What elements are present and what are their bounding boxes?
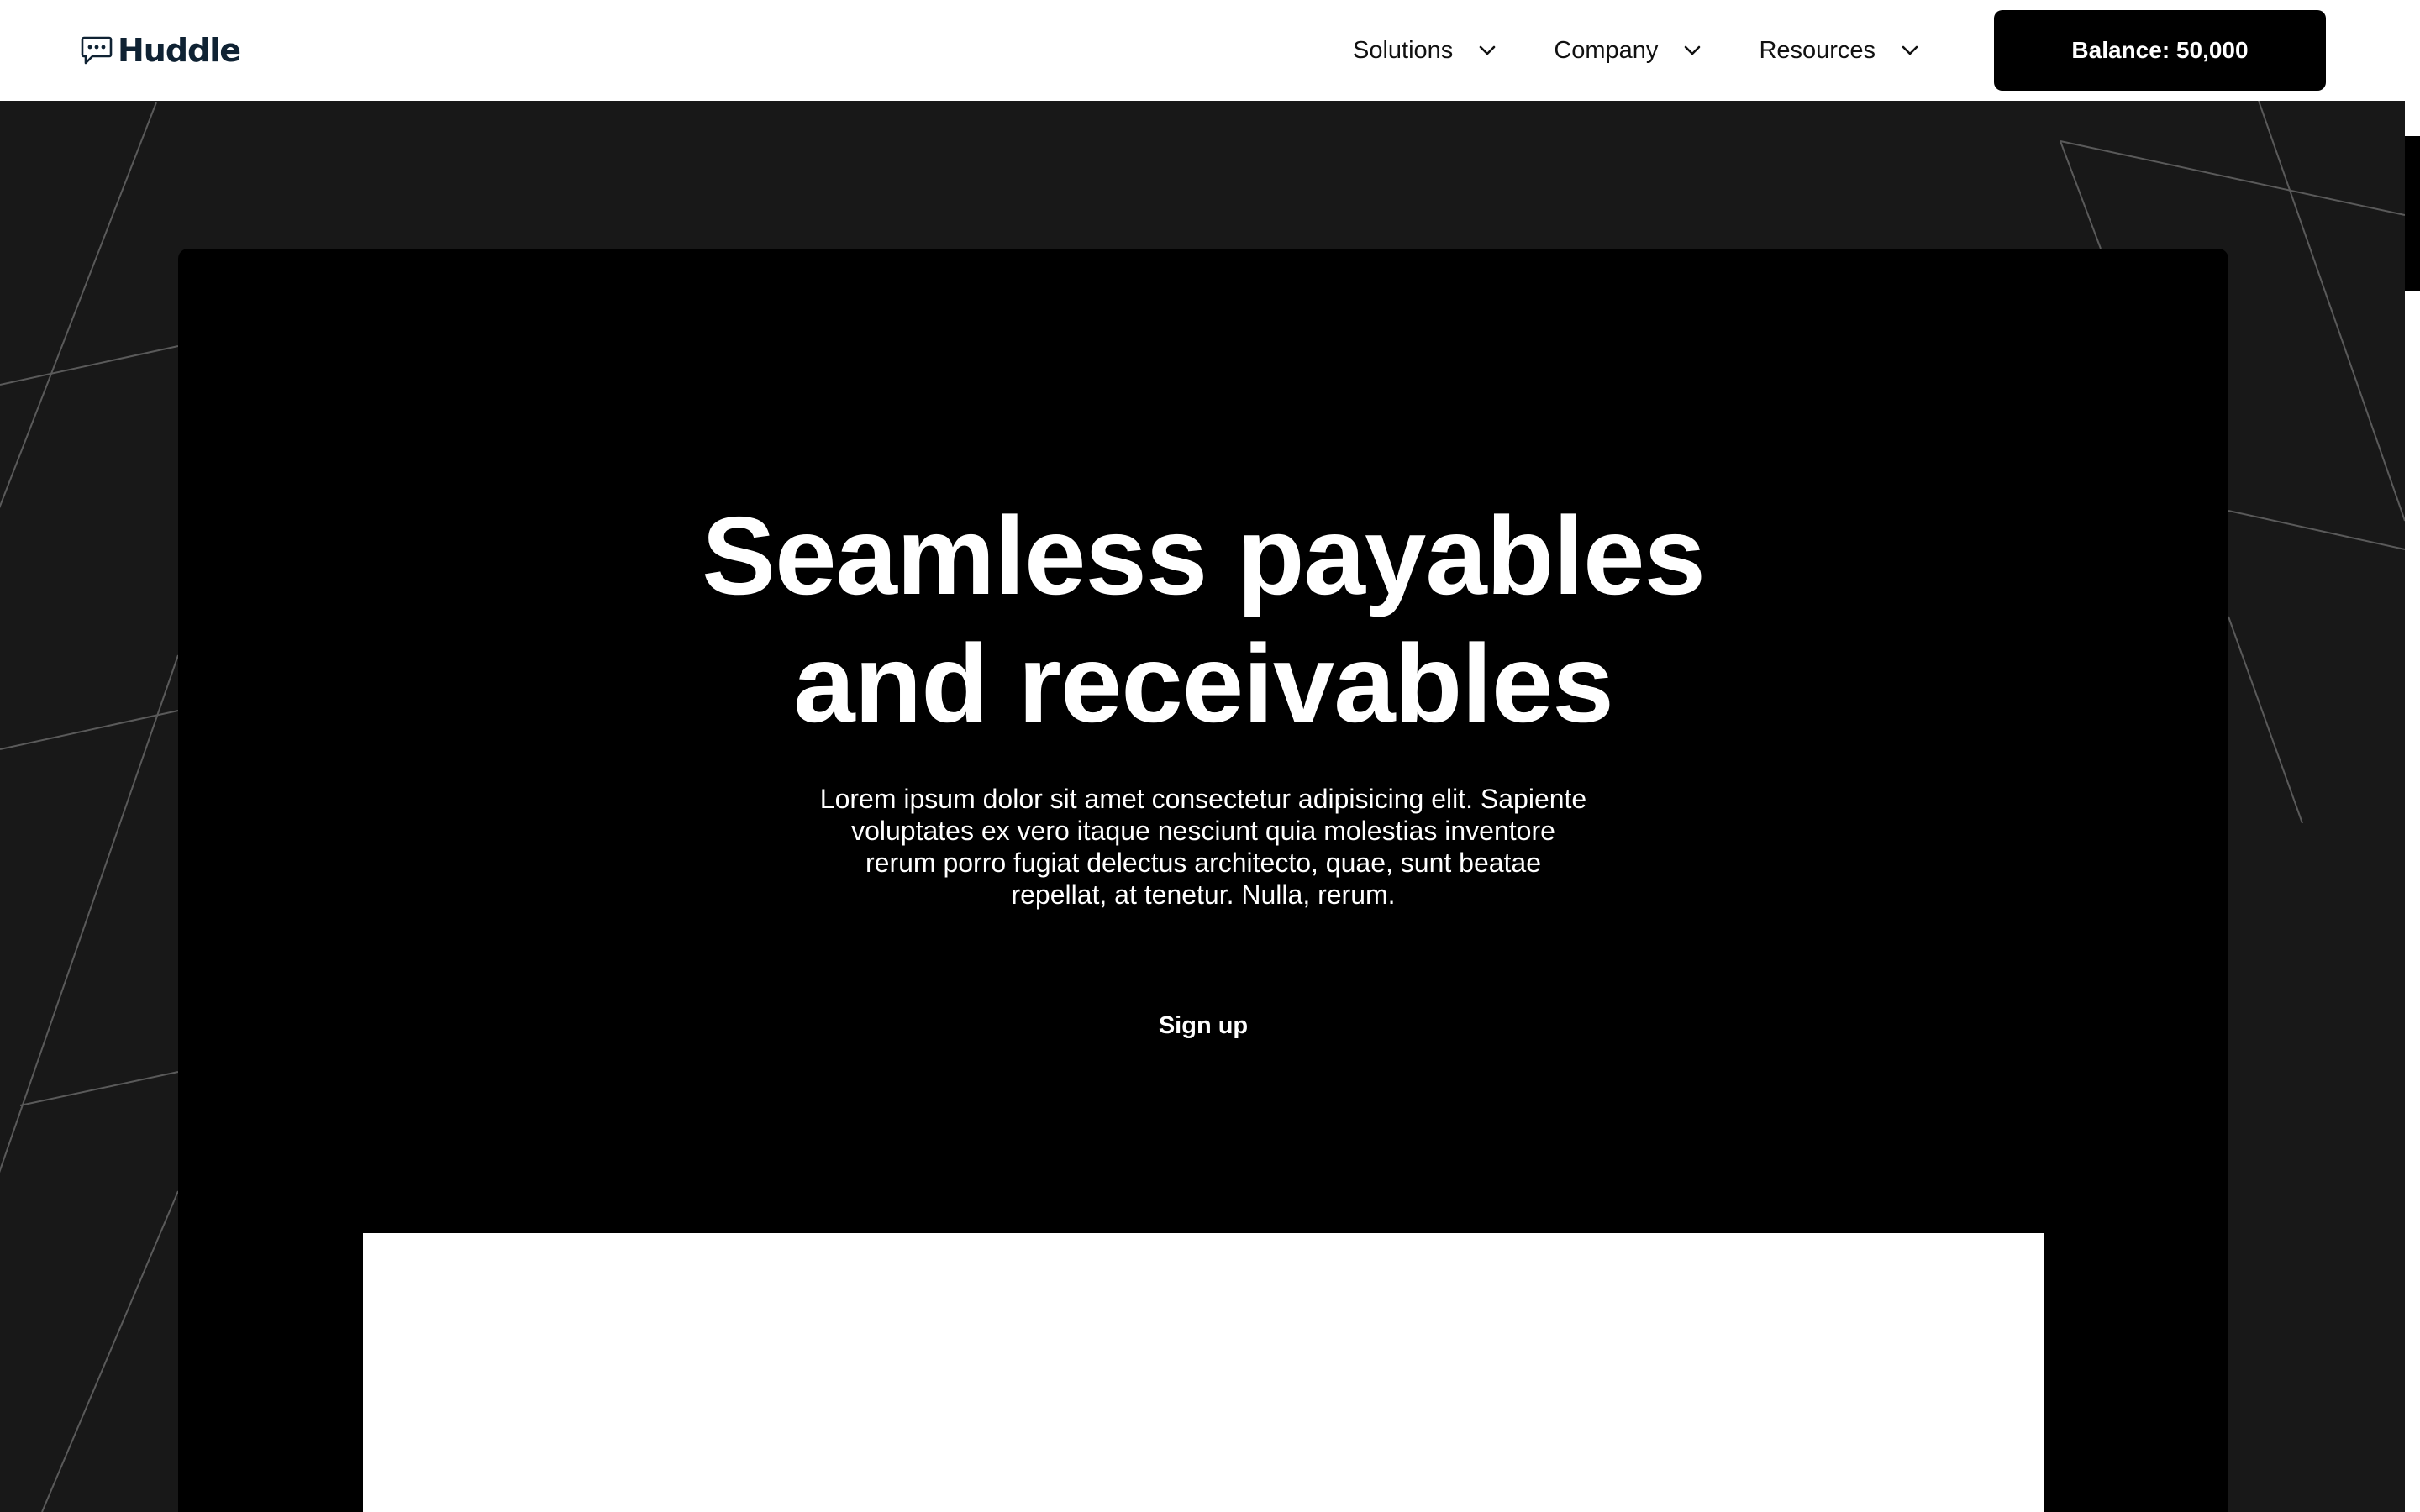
chevron-down-icon [1480, 45, 1496, 55]
nav-item-resources[interactable]: Resources [1759, 37, 1919, 65]
nav-item-solutions[interactable]: Solutions [1353, 37, 1497, 65]
main-nav: Solutions Company Resources [1353, 0, 1919, 101]
logo[interactable]: Huddle [81, 32, 241, 69]
logo-text: Huddle [118, 32, 241, 69]
nav-item-label: Solutions [1353, 36, 1454, 64]
chevron-down-icon [1685, 45, 1701, 55]
chat-bubble-icon [81, 36, 113, 65]
hero-card: Seamless payables and receivables Lorem … [178, 249, 2228, 1512]
nav-item-company[interactable]: Company [1554, 37, 1702, 65]
scrollbar-thumb[interactable] [2405, 136, 2420, 291]
nav-item-label: Resources [1759, 36, 1876, 64]
top-navbar: Huddle Solutions Company Resources Balan… [0, 0, 2405, 101]
balance-button[interactable]: Balance: 50,000 [1994, 10, 2326, 91]
nav-item-label: Company [1554, 36, 1659, 64]
signup-button[interactable]: Sign up [1119, 1005, 1287, 1047]
hero-title-line-1: Seamless payables [702, 494, 1706, 617]
hero-subtitle: Lorem ipsum dolor sit amet consectetur a… [819, 784, 1587, 910]
chevron-down-icon [1902, 45, 1918, 55]
hero-title-line-2: and receivables [793, 622, 1614, 745]
hero-title: Seamless payables and receivables [178, 492, 2228, 748]
hero-preview-panel [363, 1233, 2044, 1512]
